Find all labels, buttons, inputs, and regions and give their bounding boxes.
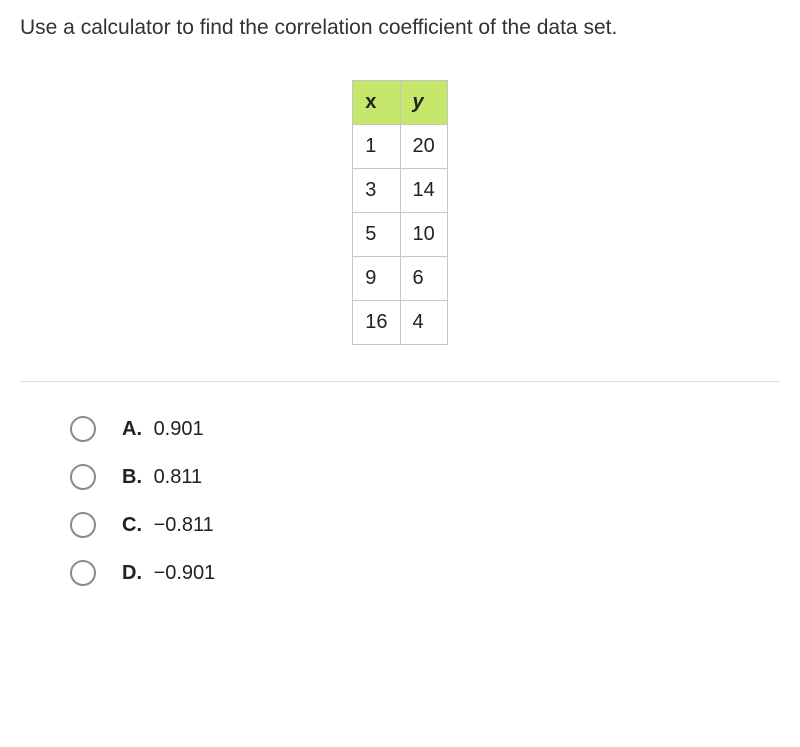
option-label: C. −0.811 <box>122 514 214 537</box>
cell-y: 4 <box>400 301 447 345</box>
option-value: −0.811 <box>154 514 214 536</box>
option-b[interactable]: B. 0.811 <box>70 464 780 490</box>
cell-y: 20 <box>400 125 447 169</box>
cell-y: 10 <box>400 213 447 257</box>
radio-icon <box>70 560 96 586</box>
cell-x: 3 <box>353 169 400 213</box>
option-letter: C. <box>122 514 142 536</box>
option-letter: D. <box>122 562 142 584</box>
table-row: 5 10 <box>353 213 448 257</box>
question-text: Use a calculator to find the correlation… <box>20 16 780 40</box>
option-value: −0.901 <box>154 562 216 584</box>
option-label: A. 0.901 <box>122 418 204 441</box>
radio-icon <box>70 464 96 490</box>
cell-y: 6 <box>400 257 447 301</box>
option-c[interactable]: C. −0.811 <box>70 512 780 538</box>
col-header-x: x <box>353 81 400 125</box>
answer-options: A. 0.901 B. 0.811 C. −0.811 D. −0.901 <box>20 416 780 586</box>
radio-icon <box>70 512 96 538</box>
cell-x: 9 <box>353 257 400 301</box>
option-value: 0.901 <box>154 418 204 440</box>
option-label: B. 0.811 <box>122 466 202 489</box>
table-row: 3 14 <box>353 169 448 213</box>
option-letter: B. <box>122 466 142 488</box>
option-value: 0.811 <box>154 466 203 488</box>
table-row: 9 6 <box>353 257 448 301</box>
separator <box>20 381 780 382</box>
option-letter: A. <box>122 418 142 440</box>
table-row: 16 4 <box>353 301 448 345</box>
option-a[interactable]: A. 0.901 <box>70 416 780 442</box>
option-d[interactable]: D. −0.901 <box>70 560 780 586</box>
cell-x: 5 <box>353 213 400 257</box>
data-table-container: x y 1 20 3 14 5 10 9 6 16 4 <box>20 80 780 345</box>
radio-icon <box>70 416 96 442</box>
cell-y: 14 <box>400 169 447 213</box>
data-table: x y 1 20 3 14 5 10 9 6 16 4 <box>352 80 448 345</box>
table-row: 1 20 <box>353 125 448 169</box>
cell-x: 16 <box>353 301 400 345</box>
option-label: D. −0.901 <box>122 562 215 585</box>
cell-x: 1 <box>353 125 400 169</box>
col-header-y: y <box>400 81 447 125</box>
